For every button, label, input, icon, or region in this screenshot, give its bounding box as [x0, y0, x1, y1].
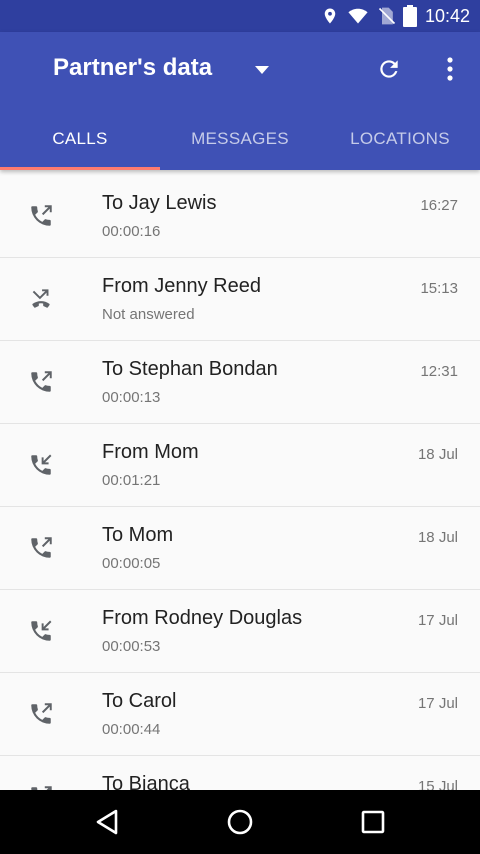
- more-options-icon[interactable]: [440, 56, 460, 82]
- call-row[interactable]: From Jenny Reed Not answered 15:13: [0, 258, 480, 341]
- call-detail: 00:00:44: [102, 721, 161, 738]
- call-contact: From Rodney Douglas: [102, 607, 303, 629]
- tab-indicator: [0, 167, 160, 170]
- call-detail: 00:01:21: [102, 472, 161, 489]
- call-contact: To Mom: [102, 524, 174, 546]
- outgoing-call-icon: [31, 703, 52, 724]
- call-time: 12:31: [420, 363, 458, 380]
- call-time: 17 Jul: [417, 695, 458, 712]
- call-row[interactable]: From Rodney Douglas 00:00:53 17 Jul: [0, 590, 480, 673]
- call-list: To Jay Lewis 00:00:16 16:27 From Jenny R…: [0, 175, 480, 839]
- outgoing-call-icon: [31, 537, 52, 558]
- incoming-call-icon: [31, 620, 52, 641]
- location-icon: [324, 8, 336, 24]
- battery-icon: [402, 5, 417, 27]
- call-contact: From Mom: [102, 441, 199, 463]
- tab-calls[interactable]: CALLS: [0, 118, 160, 170]
- home-icon[interactable]: [226, 808, 254, 836]
- call-contact: From Jenny Reed: [102, 275, 261, 297]
- no-sim-icon: [378, 7, 396, 25]
- refresh-icon[interactable]: [376, 56, 402, 82]
- call-contact: To Jay Lewis: [102, 192, 217, 214]
- call-detail: 00:00:16: [102, 223, 161, 240]
- outgoing-call-icon: [31, 205, 52, 226]
- call-detail: 00:00:53: [102, 638, 161, 655]
- dropdown-arrow-icon[interactable]: [254, 65, 270, 75]
- call-row[interactable]: From Mom 00:01:21 18 Jul: [0, 424, 480, 507]
- call-contact: To Carol: [102, 690, 177, 712]
- call-row[interactable]: To Mom 00:00:05 18 Jul: [0, 507, 480, 590]
- recent-apps-icon[interactable]: [361, 810, 385, 834]
- page-title[interactable]: Partner's data: [53, 54, 212, 82]
- status-time: 10:42: [424, 5, 470, 26]
- status-bar: 10:42: [0, 0, 480, 32]
- incoming-call-icon: [31, 454, 52, 475]
- call-time: 17 Jul: [417, 612, 458, 629]
- call-row[interactable]: To Stephan Bondan 00:00:13 12:31: [0, 341, 480, 424]
- call-detail: 00:00:13: [102, 389, 161, 406]
- call-row[interactable]: To Jay Lewis 00:00:16 16:27: [0, 175, 480, 258]
- missed-call-icon: [32, 289, 50, 308]
- back-icon[interactable]: [94, 808, 120, 836]
- call-contact: To Stephan Bondan: [102, 358, 278, 380]
- app-bar: Partner's data CALLS MESSAGES LOCATIONS: [0, 32, 480, 170]
- call-time: 15:13: [420, 280, 458, 297]
- call-detail: 00:00:05: [102, 555, 161, 572]
- call-time: 18 Jul: [417, 446, 458, 463]
- call-detail: Not answered: [102, 306, 195, 323]
- tab-locations[interactable]: LOCATIONS: [320, 118, 480, 170]
- system-nav-bar: [0, 790, 480, 854]
- call-time: 18 Jul: [417, 529, 458, 546]
- outgoing-call-icon: [31, 371, 52, 392]
- status-icons: 10:42: [321, 0, 470, 32]
- tab-bar: CALLS MESSAGES LOCATIONS: [0, 118, 480, 170]
- call-row[interactable]: To Carol 00:00:44 17 Jul: [0, 673, 480, 756]
- tab-messages[interactable]: MESSAGES: [160, 118, 320, 170]
- call-time: 16:27: [420, 197, 458, 214]
- wifi-icon: [348, 8, 368, 24]
